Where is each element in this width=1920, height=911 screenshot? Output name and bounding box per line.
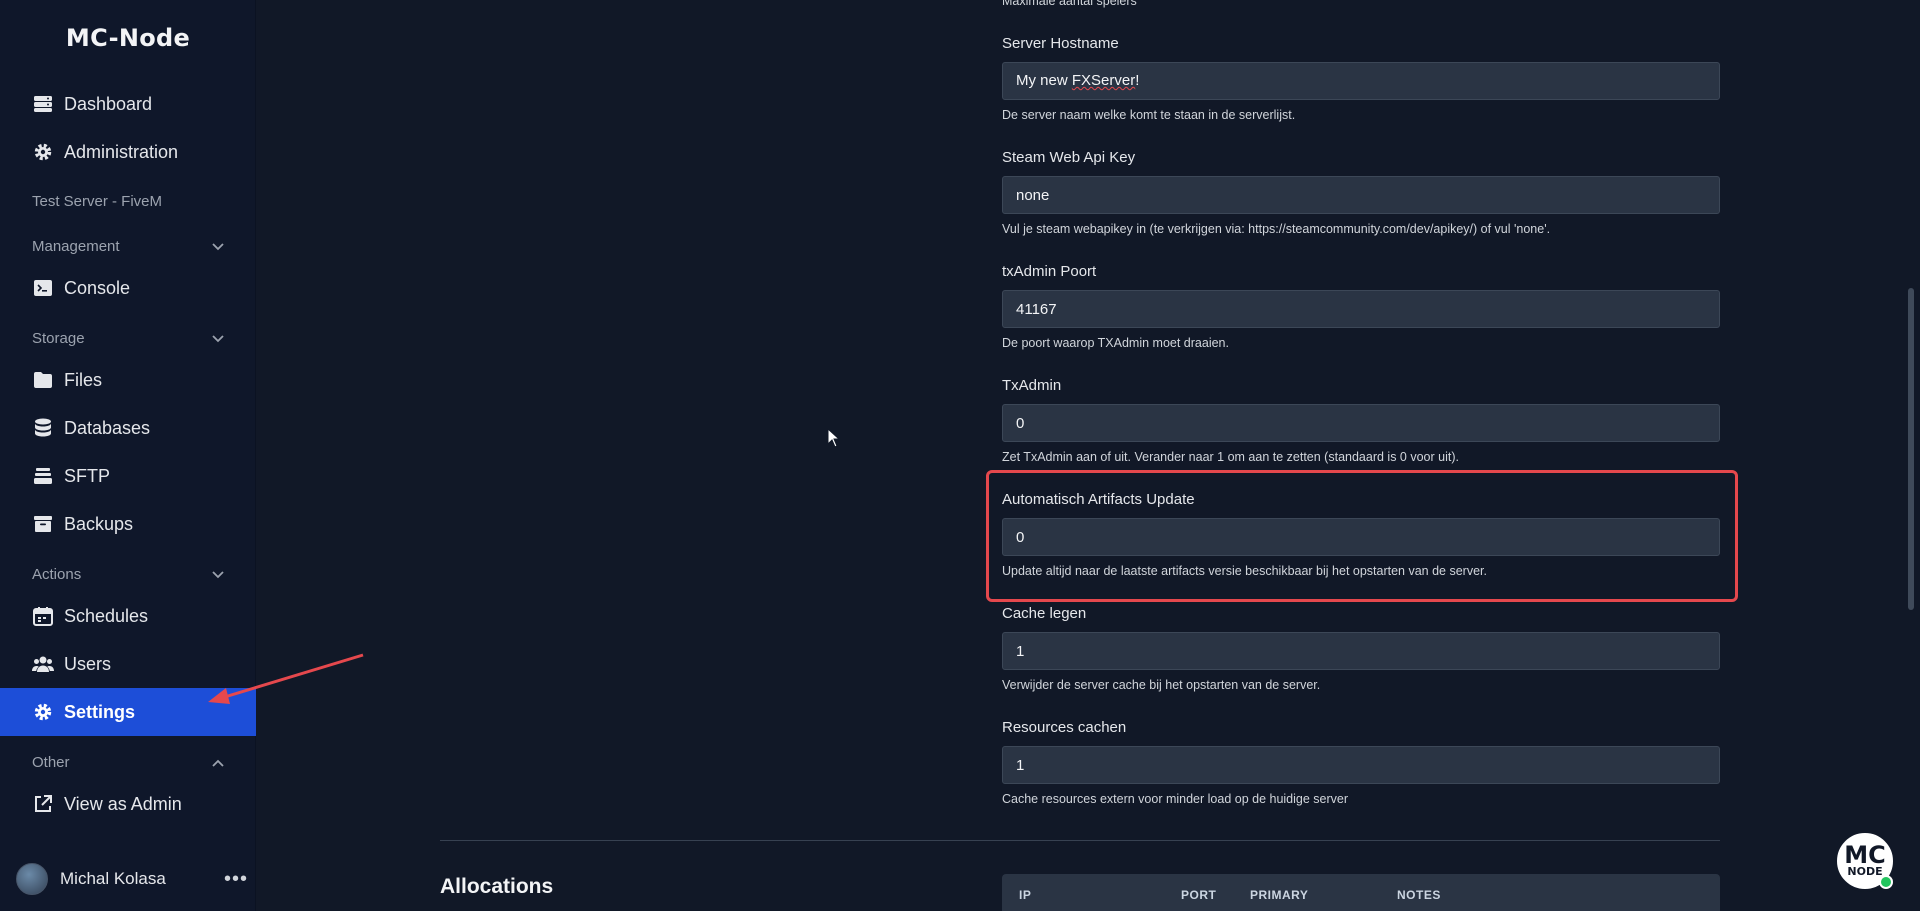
users-icon — [32, 653, 54, 675]
field-help-resources-cachen: Cache resources extern voor minder load … — [1002, 792, 1349, 806]
sidebar-item-label: Console — [64, 277, 131, 298]
field-label-resources-cachen: Resources cachen — [1002, 719, 1127, 736]
section-other[interactable]: Other — [0, 747, 256, 777]
resources-cachen-input[interactable] — [1002, 746, 1720, 784]
automatisch-artifacts-update-input[interactable] — [1002, 518, 1720, 556]
section-management[interactable]: Management — [0, 231, 256, 261]
chevron-down-icon — [212, 330, 224, 347]
sidebar-item-label: SFTP — [64, 465, 111, 486]
sidebar-item-databases[interactable]: Databases — [0, 404, 256, 452]
folder-icon — [32, 369, 54, 391]
previous-field-help: Maximale aantal spelers — [1002, 0, 1137, 8]
column-header-ip: IP — [1019, 888, 1032, 902]
terminal-icon — [32, 277, 54, 299]
field-label-cache-legen: Cache legen — [1002, 605, 1087, 622]
sidebar-item-files[interactable]: Files — [0, 356, 256, 404]
user-name: Michal Kolasa — [60, 869, 166, 888]
sidebar-item-dashboard[interactable]: Dashboard — [0, 80, 256, 128]
online-status-dot — [1879, 875, 1893, 889]
hostname-value-suffix: ! — [1135, 72, 1140, 89]
field-help-txadmin: Zet TxAdmin aan of uit. Verander naar 1 … — [1002, 450, 1459, 464]
sidebar-item-label: Settings — [64, 701, 136, 722]
sidebar-item-schedules[interactable]: Schedules — [0, 592, 256, 640]
sidebar-item-sftp[interactable]: SFTP — [0, 452, 256, 500]
mc-node-badge[interactable]: MC NODE — [1834, 830, 1896, 892]
section-storage[interactable]: Storage — [0, 323, 256, 353]
sidebar-item-backups[interactable]: Backups — [0, 500, 256, 548]
sidebar-item-view-as-admin[interactable]: View as Admin — [0, 780, 256, 828]
chevron-up-icon — [212, 754, 224, 771]
gear-icon — [32, 701, 54, 723]
sidebar-item-label: Files — [64, 369, 103, 390]
column-header-primary: PRIMARY — [1250, 888, 1309, 902]
field-help-automatisch-artifacts-update: Update altijd naar de laatste artifacts … — [1002, 564, 1487, 578]
field-help-steam-web-api-key: Vul je steam webapikey in (te verkrijgen… — [1002, 222, 1551, 236]
section-actions[interactable]: Actions — [0, 559, 256, 589]
chevron-down-icon — [212, 238, 224, 255]
field-help-server-hostname: De server naam welke komt te staan in de… — [1002, 108, 1296, 122]
field-label-txadmin: TxAdmin — [1002, 377, 1062, 394]
sidebar-item-label: View as Admin — [64, 793, 182, 814]
sidebar-item-label: Backups — [64, 513, 134, 534]
annotation-arrow-icon — [208, 653, 364, 704]
sidebar-item-console[interactable]: Console — [0, 264, 256, 312]
txadmin-input[interactable] — [1002, 404, 1720, 442]
field-help-txadmin-poort: De poort waarop TXAdmin moet draaien. — [1002, 336, 1229, 350]
user-profile[interactable]: Michal Kolasa ••• — [0, 858, 256, 900]
section-label: Actions — [32, 565, 82, 583]
txadmin-poort-input[interactable] — [1002, 290, 1720, 328]
gear-icon — [32, 141, 54, 163]
external-link-icon — [32, 793, 54, 815]
field-label-txadmin-poort: txAdmin Poort — [1002, 263, 1097, 280]
server-stack-icon — [32, 93, 54, 115]
section-label: Management — [32, 237, 120, 255]
more-options-icon[interactable]: ••• — [216, 868, 256, 891]
section-label: Other — [32, 753, 70, 771]
database-icon — [32, 417, 54, 439]
hostname-value-misspelled: FXServer — [1071, 72, 1136, 89]
sidebar-item-label: Administration — [64, 141, 179, 162]
field-label-server-hostname: Server Hostname — [1002, 35, 1119, 52]
sidebar-item-label: Schedules — [64, 605, 149, 626]
allocations-table-header: IP PORT PRIMARY NOTES — [1002, 874, 1720, 911]
hostname-value-prefix: My new — [1016, 72, 1072, 89]
scrollbar-thumb[interactable] — [1908, 288, 1914, 610]
badge-text-mc: MC — [1844, 841, 1886, 870]
sidebar-item-administration[interactable]: Administration — [0, 128, 256, 176]
sidebar-item-label: Dashboard — [64, 93, 153, 114]
calendar-icon — [32, 605, 54, 627]
avatar — [16, 863, 48, 895]
field-label-automatisch-artifacts-update: Automatisch Artifacts Update — [1002, 491, 1195, 508]
mouse-cursor-icon — [827, 428, 841, 448]
section-label: Storage — [32, 329, 85, 347]
section-divider — [440, 840, 1720, 841]
sidebar: MC-Node Dashboard Administration Test Se… — [0, 0, 256, 911]
archive-box-icon — [32, 513, 54, 535]
cache-legen-input[interactable] — [1002, 632, 1720, 670]
field-label-steam-web-api-key: Steam Web Api Key — [1002, 149, 1136, 166]
badge-text-node: NODE — [1847, 865, 1883, 879]
sidebar-item-label: Users — [64, 653, 112, 674]
field-help-cache-legen: Verwijder de server cache bij het opstar… — [1002, 678, 1321, 692]
sidebar-item-label: Databases — [64, 417, 151, 438]
allocations-title: Allocations — [440, 875, 554, 898]
brand-logo: MC-Node — [65, 24, 191, 52]
server-hostname-input[interactable]: My new FXServer! — [1002, 62, 1720, 100]
layers-icon — [32, 465, 54, 487]
steam-web-api-key-input[interactable] — [1002, 176, 1720, 214]
chevron-down-icon — [212, 566, 224, 583]
server-name-label: Test Server - FiveM — [32, 193, 163, 210]
column-header-notes: NOTES — [1397, 888, 1441, 902]
column-header-port: PORT — [1181, 888, 1217, 902]
